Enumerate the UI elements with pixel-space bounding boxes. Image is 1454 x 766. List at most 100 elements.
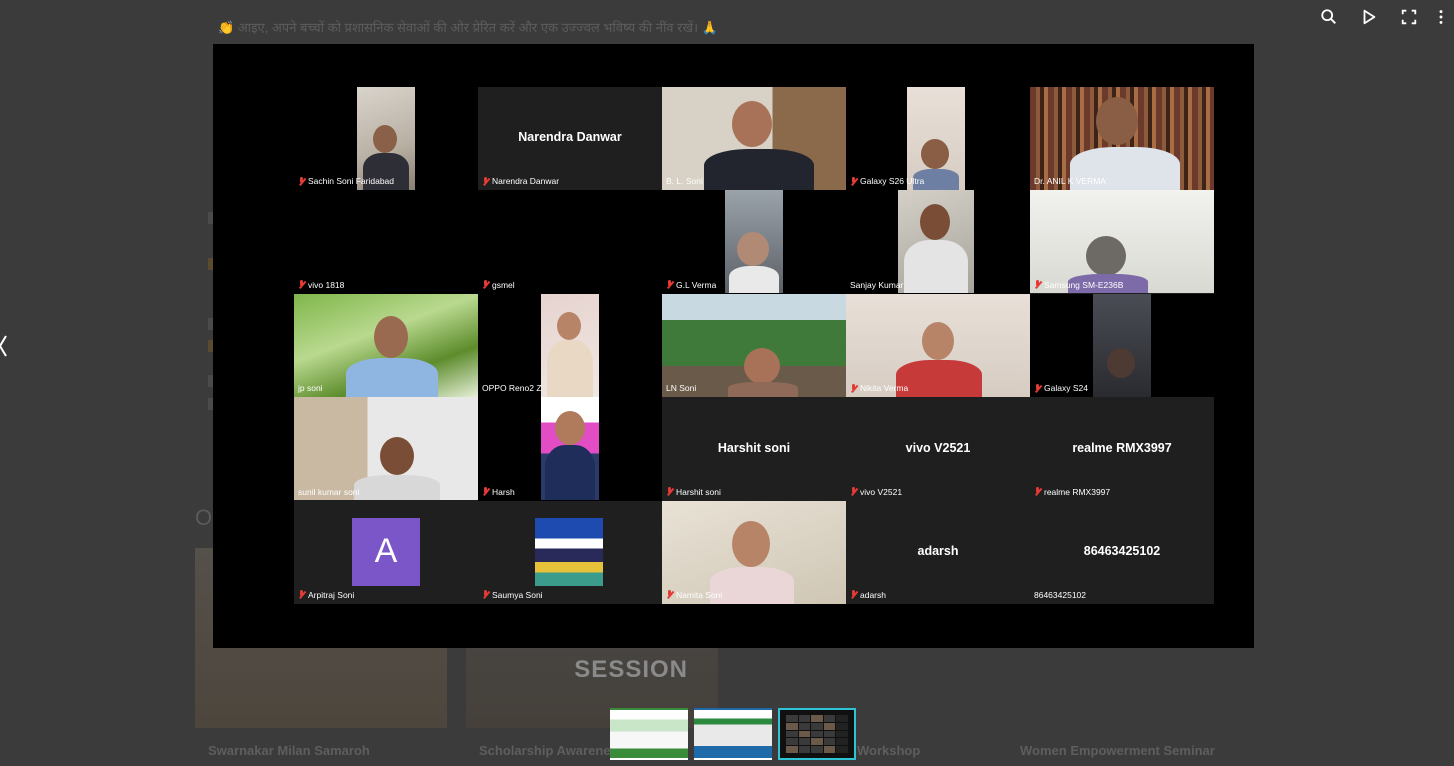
participant-name: Narendra Danwar bbox=[482, 176, 559, 186]
participant-tile: Harsh bbox=[478, 397, 662, 501]
participant-tile: B. L. Soni bbox=[662, 87, 846, 191]
mic-muted-icon bbox=[850, 383, 858, 393]
mountain-avatar-icon bbox=[535, 517, 603, 586]
play-icon bbox=[1363, 9, 1376, 25]
event-card-title: Swarnakar Milan Samaroh bbox=[208, 743, 370, 758]
participant-name: Arpitraj Soni bbox=[298, 590, 354, 600]
participant-name: gsmel bbox=[482, 280, 515, 290]
lightbox-image: Sachin Soni Faridabad Narendra Danwar Na… bbox=[213, 44, 1254, 648]
participant-tile: jp soni bbox=[294, 293, 478, 398]
participant-tile: realme RMX3997 realme RMX3997 bbox=[1030, 397, 1214, 501]
participant-name: vivo 1818 bbox=[298, 280, 344, 290]
mic-muted-icon bbox=[298, 280, 306, 289]
mic-muted-icon bbox=[482, 280, 490, 289]
thumbnail-strip bbox=[610, 708, 856, 760]
participant-name: Sanjay Kumar bbox=[850, 279, 904, 290]
participant-center-name: vivo V2521 bbox=[905, 440, 971, 455]
meeting-gallery-grid: Sachin Soni Faridabad Narendra Danwar Na… bbox=[294, 87, 1214, 604]
mic-muted-icon bbox=[850, 590, 858, 599]
mic-muted-icon bbox=[666, 280, 674, 289]
search-icon bbox=[1321, 9, 1337, 25]
mic-muted-icon bbox=[482, 590, 490, 599]
mic-muted-icon bbox=[482, 176, 490, 186]
event-card-title: Women Empowerment Seminar bbox=[1020, 743, 1215, 758]
participant-tile: Saumya Soni bbox=[478, 500, 662, 604]
participant-name: Sachin Soni Faridabad bbox=[298, 176, 394, 186]
participant-name: sunil kumar soni bbox=[298, 486, 360, 497]
participant-tile: adarsh adarsh bbox=[846, 500, 1030, 604]
participant-tile: Nikita Verma bbox=[846, 293, 1030, 398]
fullscreen-icon bbox=[1401, 9, 1417, 25]
participant-tile: LN Soni bbox=[662, 293, 846, 398]
thumbnail-1[interactable] bbox=[610, 708, 688, 760]
mic-muted-icon bbox=[482, 487, 490, 496]
thumbnail-preview bbox=[786, 715, 848, 753]
participant-tile-active-speaker: Dr. ANIL K VERMA bbox=[1030, 87, 1214, 191]
mic-muted-icon bbox=[666, 487, 674, 496]
zoom-button[interactable] bbox=[1318, 6, 1340, 28]
participant-tile: Harshit soni Harshit soni bbox=[662, 397, 846, 501]
mic-muted-icon bbox=[298, 176, 306, 186]
participant-tile: A Arpitraj Soni bbox=[294, 500, 478, 604]
participant-center-name: adarsh bbox=[917, 543, 959, 558]
participant-center-name: 86463425102 bbox=[1083, 543, 1161, 558]
participant-center-name: Narendra Danwar bbox=[518, 130, 622, 145]
participant-name: OPPO Reno2 Z bbox=[482, 383, 542, 394]
more-button[interactable] bbox=[1438, 6, 1444, 28]
participant-name: realme RMX3997 bbox=[1034, 487, 1110, 497]
participant-tile: vivo V2521 vivo V2521 bbox=[846, 397, 1030, 501]
participant-name: Samsung SM-E236B bbox=[1034, 280, 1123, 290]
session-badge: SESSION bbox=[574, 656, 688, 683]
participant-tile: gsmel bbox=[478, 190, 662, 294]
participant-name: LN Soni bbox=[666, 383, 697, 394]
participant-name: jp soni bbox=[298, 383, 323, 394]
mic-muted-icon bbox=[1034, 487, 1042, 496]
background-banner: 👏 आइए, अपने बच्चों को प्रशासनिक सेवाओं क… bbox=[218, 20, 718, 35]
participant-name: vivo V2521 bbox=[850, 487, 902, 497]
participant-tile: OPPO Reno2 Z bbox=[478, 293, 662, 398]
participant-tile: Sanjay Kumar bbox=[846, 190, 1030, 294]
participant-tile: sunil kumar soni bbox=[294, 397, 478, 501]
participant-tile: Galaxy S24 bbox=[1030, 293, 1214, 398]
mic-muted-icon bbox=[850, 487, 858, 496]
participant-tile: G.L Verma bbox=[662, 190, 846, 294]
participant-tile: Narendra Danwar Narendra Danwar bbox=[478, 87, 662, 191]
participant-name: Dr. ANIL K VERMA bbox=[1034, 176, 1106, 187]
chevron-left-icon bbox=[0, 335, 7, 357]
mic-muted-icon bbox=[1034, 383, 1042, 393]
participant-tile: Namita Soni bbox=[662, 500, 846, 604]
participant-tile: vivo 1818 bbox=[294, 190, 478, 294]
fullscreen-button[interactable] bbox=[1398, 6, 1420, 28]
mic-muted-icon bbox=[666, 590, 674, 599]
event-card-title: Scholarship Awarene bbox=[479, 743, 611, 758]
mic-muted-icon bbox=[1034, 280, 1042, 289]
mic-muted-icon bbox=[850, 176, 858, 186]
participant-tile: 86463425102 86463425102 bbox=[1030, 500, 1214, 604]
participant-avatar: A bbox=[352, 517, 420, 586]
participant-name: B. L. Soni bbox=[666, 176, 703, 187]
participant-name: Saumya Soni bbox=[482, 590, 543, 600]
slideshow-play-button[interactable] bbox=[1358, 6, 1380, 28]
thumbnail-3-active[interactable] bbox=[778, 708, 856, 760]
participant-center-name: realme RMX3997 bbox=[1072, 440, 1172, 455]
participant-name: Namita Soni bbox=[666, 590, 722, 600]
more-vertical-icon bbox=[1439, 10, 1443, 24]
previous-image-button[interactable] bbox=[0, 333, 8, 359]
participant-name: Harshit soni bbox=[666, 487, 721, 497]
participant-name: Nikita Verma bbox=[850, 383, 908, 393]
participant-name: G.L Verma bbox=[666, 280, 716, 290]
participant-tile: Galaxy S26 Ultra bbox=[846, 87, 1030, 191]
event-card-title: Workshop bbox=[857, 743, 921, 758]
participant-name: Galaxy S24 bbox=[1034, 383, 1088, 393]
participant-name: 86463425102 bbox=[1034, 589, 1087, 600]
participant-center-name: Harshit soni bbox=[717, 440, 791, 455]
participant-name: Harsh bbox=[482, 487, 515, 497]
mic-muted-icon bbox=[298, 590, 306, 599]
participant-tile: Samsung SM-E236B bbox=[1030, 190, 1214, 294]
participant-name: adarsh bbox=[850, 590, 886, 600]
lightbox-toolbar bbox=[1318, 6, 1444, 28]
participant-name: Galaxy S26 Ultra bbox=[850, 176, 924, 186]
background-section-heading: O bbox=[195, 505, 213, 530]
participant-tile: Sachin Soni Faridabad bbox=[294, 87, 478, 191]
thumbnail-2[interactable] bbox=[694, 708, 772, 760]
